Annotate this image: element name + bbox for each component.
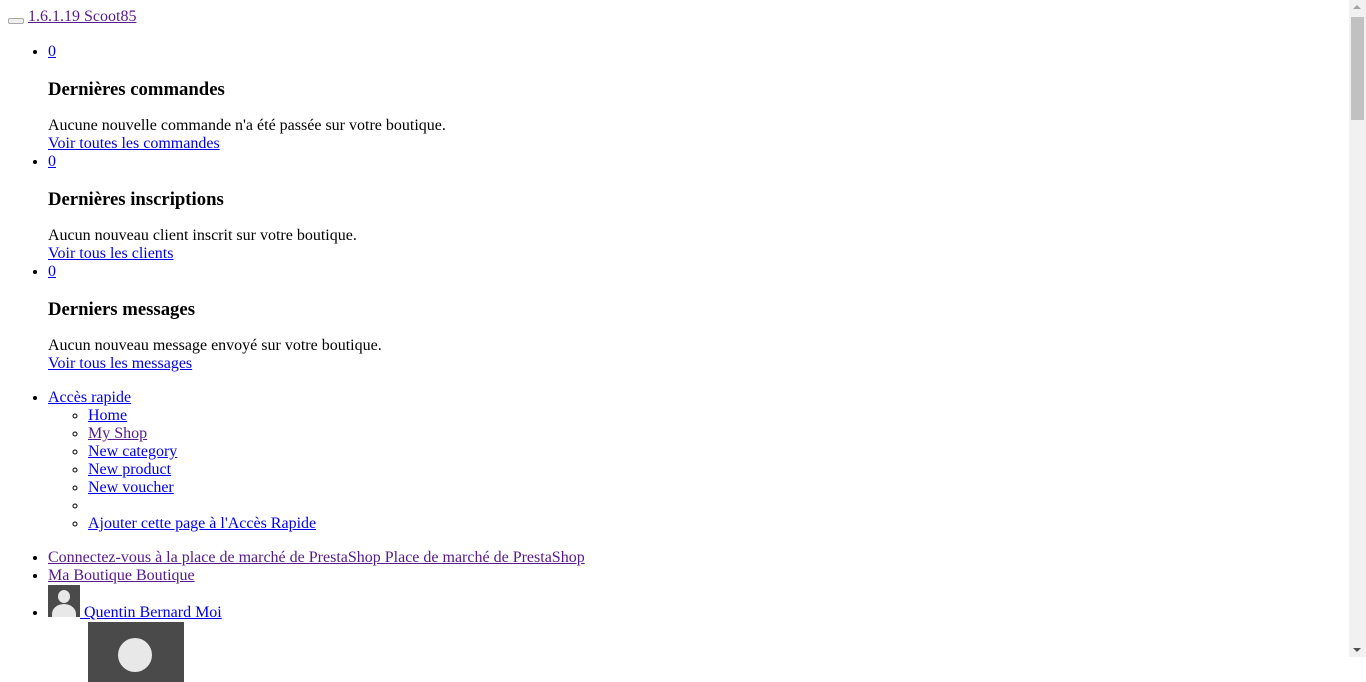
notifications-list: 0 Dernières commandes Aucune nouvelle co… — [8, 43, 1350, 373]
quick-access-entry: New voucher — [88, 479, 1350, 497]
quick-access-home-link[interactable]: Home — [88, 407, 127, 424]
employee-item: Quentin Bernard Moi — [48, 585, 1350, 682]
notification-messages: 0 Derniers messages Aucun nouveau messag… — [48, 263, 1350, 373]
quick-access-new-voucher-link[interactable]: New voucher — [88, 479, 174, 496]
quick-access-entry: New product — [88, 461, 1350, 479]
messages-count-link[interactable]: 0 — [48, 263, 56, 280]
messages-empty-message: Aucun nouveau message envoyé sur votre b… — [48, 337, 382, 354]
orders-heading: Dernières commandes — [48, 79, 225, 100]
main-menu: Accès rapide Home My Shop New category N… — [8, 389, 1350, 682]
quick-access-new-product-link[interactable]: New product — [88, 461, 171, 478]
quick-access-my-shop-link[interactable]: My Shop — [88, 425, 147, 442]
view-all-customers-link[interactable]: Voir tous les clients — [48, 245, 173, 262]
customers-count-link[interactable]: 0 — [48, 153, 56, 170]
quick-access-entry: New category — [88, 443, 1350, 461]
view-all-orders-link[interactable]: Voir toutes les commandes — [48, 135, 220, 152]
quick-access-entry: My Shop — [88, 425, 1350, 443]
header-bar: 1.6.1.19 Scoot85 — [8, 8, 1350, 27]
customers-empty-message: Aucun nouveau client inscrit sur votre b… — [48, 227, 357, 244]
shop-version-link[interactable]: 1.6.1.19 Scoot85 — [28, 8, 136, 25]
scroll-up-arrow-icon[interactable] — [1353, 5, 1361, 9]
customers-heading: Dernières inscriptions — [48, 189, 224, 210]
admin-page: 1.6.1.19 Scoot85 0 Dernières commandes A… — [8, 8, 1350, 682]
shop-item: Ma Boutique Boutique — [48, 567, 1350, 585]
view-all-messages-link[interactable]: Voir tous les messages — [48, 355, 192, 372]
my-shop-link[interactable]: Ma Boutique Boutique — [48, 567, 195, 584]
marketplace-link[interactable]: Connectez-vous à la place de marché de P… — [48, 549, 585, 566]
quick-access-submenu: Home My Shop New category New product Ne… — [48, 407, 1350, 533]
employee-name: Quentin Bernard Moi — [84, 604, 222, 621]
orders-empty-message: Aucune nouvelle commande n'a été passée … — [48, 117, 446, 134]
marketplace-item: Connectez-vous à la place de marché de P… — [48, 549, 1350, 567]
quick-access-entry: Home — [88, 407, 1350, 425]
messages-heading: Derniers messages — [48, 299, 195, 320]
quick-access-link[interactable]: Accès rapide — [48, 389, 131, 406]
quick-access-item: Accès rapide Home My Shop New category N… — [48, 389, 1350, 533]
notification-customers: 0 Dernières inscriptions Aucun nouveau c… — [48, 153, 1350, 263]
add-page-to-quick-access-link[interactable]: Ajouter cette page à l'Accès Rapide — [88, 515, 316, 532]
quick-access-entry: Ajouter cette page à l'Accès Rapide — [88, 515, 1350, 533]
quick-access-new-category-link[interactable]: New category — [88, 443, 177, 460]
user-avatar-icon — [48, 585, 80, 617]
employee-link[interactable]: Quentin Bernard Moi — [48, 585, 222, 621]
scroll-down-arrow-icon[interactable] — [1353, 648, 1361, 652]
orders-count-link[interactable]: 0 — [48, 43, 56, 60]
menu-toggle-icon[interactable] — [8, 18, 24, 24]
vertical-scrollbar[interactable] — [1349, 0, 1366, 657]
user-avatar-large-icon — [88, 622, 184, 682]
notification-orders: 0 Dernières commandes Aucune nouvelle co… — [48, 43, 1350, 153]
scrollbar-thumb[interactable] — [1351, 17, 1364, 120]
quick-access-divider — [88, 497, 1350, 515]
